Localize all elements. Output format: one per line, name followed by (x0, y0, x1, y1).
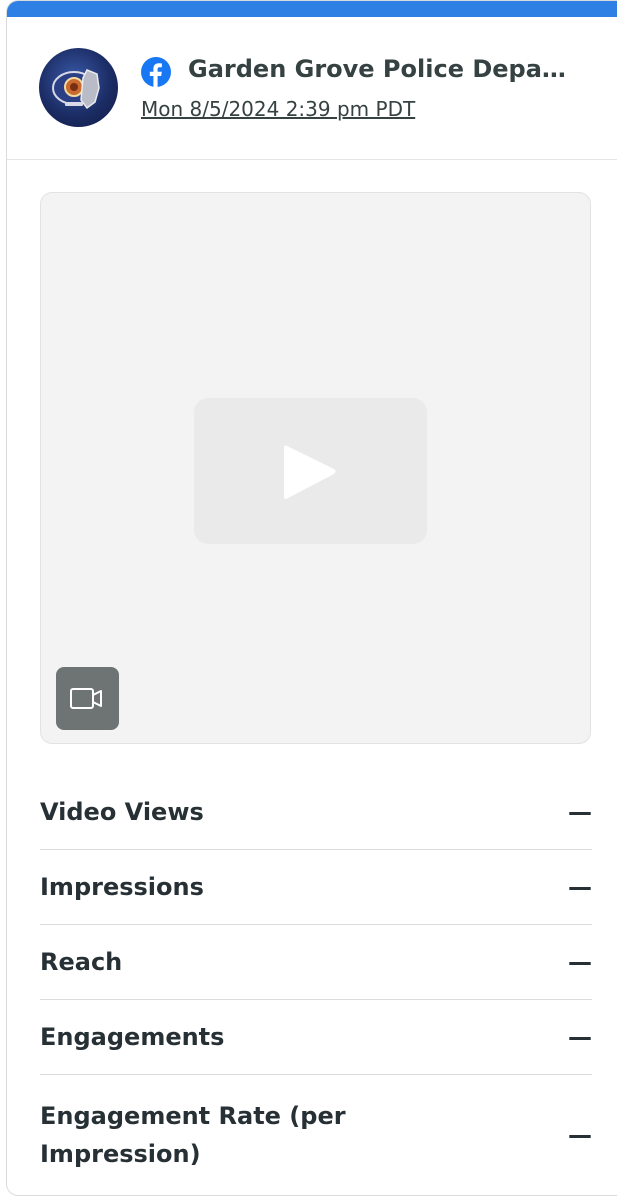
video-preview[interactable] (40, 192, 591, 744)
profile-avatar[interactable] (39, 48, 118, 127)
video-camera-icon (70, 688, 102, 709)
play-button[interactable] (194, 398, 427, 544)
metric-value: — (568, 798, 592, 826)
metric-label: Impressions (40, 872, 204, 901)
metric-value: — (568, 948, 592, 976)
metric-row-reach: Reach — (40, 925, 592, 1000)
metrics-list: Video Views — Impressions — Reach — Enga… (40, 775, 592, 1195)
video-type-badge (56, 667, 119, 730)
metric-row-impressions: Impressions — (40, 850, 592, 925)
author-name[interactable]: Garden Grove Police Depa… (188, 55, 566, 83)
metric-row-video-views: Video Views — (40, 775, 592, 850)
play-icon (284, 445, 336, 500)
post-card: Garden Grove Police Depa… Mon 8/5/2024 2… (6, 0, 617, 1196)
metric-row-engagement-rate: Engagement Rate (per Impression) — (40, 1075, 592, 1195)
metric-label: Reach (40, 947, 123, 976)
metric-value: — (568, 1121, 592, 1149)
metric-label: Video Views (40, 797, 204, 826)
post-header: Garden Grove Police Depa… Mon 8/5/2024 2… (7, 17, 617, 160)
metric-value: — (568, 873, 592, 901)
metric-value: — (568, 1023, 592, 1051)
metric-label: Engagements (40, 1022, 225, 1051)
metric-label: Engagement Rate (per Impression) (40, 1101, 346, 1168)
facebook-icon (141, 57, 171, 87)
accent-bar (7, 1, 617, 17)
post-timestamp-link[interactable]: Mon 8/5/2024 2:39 pm PDT (141, 97, 415, 121)
police-badge-icon (52, 69, 100, 110)
metric-row-engagements: Engagements — (40, 1000, 592, 1075)
